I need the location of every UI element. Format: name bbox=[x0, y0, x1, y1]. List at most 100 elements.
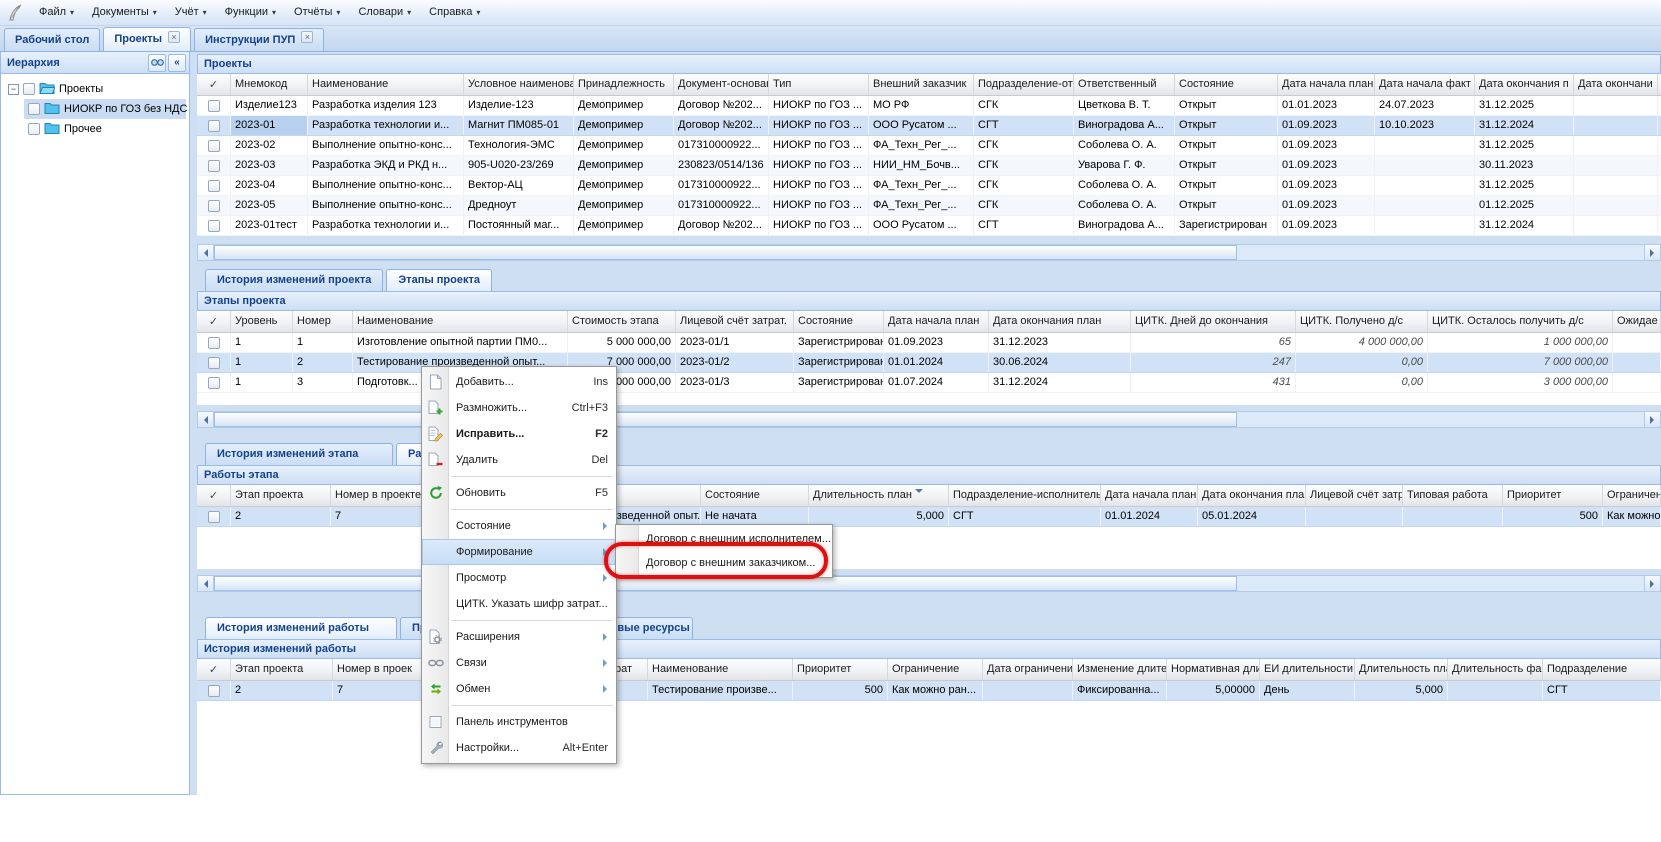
cell[interactable]: 4 000 000,00 bbox=[1296, 333, 1428, 352]
tree-node-projects[interactable]: − Проекты bbox=[4, 79, 186, 99]
cell[interactable]: СГТ bbox=[1543, 681, 1661, 700]
cell[interactable]: Выполнение опытно-конс... bbox=[308, 136, 464, 155]
cell[interactable] bbox=[1375, 216, 1475, 235]
row-checkbox[interactable] bbox=[208, 685, 220, 697]
cell[interactable]: Изделие123 bbox=[231, 96, 308, 115]
menu-item-view[interactable]: Просмотр bbox=[422, 565, 616, 591]
column-header[interactable]: ЦИТК. Получено д/с bbox=[1296, 311, 1428, 332]
cell[interactable]: НИИ_НМ_Бочв... bbox=[869, 156, 974, 175]
tab-pup-instructions[interactable]: Инструкции ПУП× bbox=[194, 28, 324, 51]
column-header[interactable]: Наименование bbox=[648, 659, 793, 680]
menu-item-toolbar-toggle[interactable]: Панель инструментов bbox=[422, 709, 616, 735]
cell[interactable] bbox=[1375, 156, 1475, 175]
menu-item-links[interactable]: Связи bbox=[422, 650, 616, 676]
table-row[interactable]: 11Изготовление опытной партии ПМ0...5 00… bbox=[197, 333, 1661, 353]
table-row[interactable]: 27Тестирование произве...500Как можно ра… bbox=[197, 681, 1661, 701]
tab-work_tabs-0[interactable]: История изменений этапа bbox=[205, 443, 393, 465]
cell[interactable]: 3 bbox=[293, 373, 353, 392]
cell[interactable] bbox=[1613, 373, 1661, 392]
cell[interactable] bbox=[1574, 196, 1658, 215]
column-header[interactable]: Документ-основан bbox=[674, 74, 769, 95]
cell[interactable]: 2 bbox=[293, 353, 353, 372]
tab-projects[interactable]: Проекты× bbox=[103, 27, 191, 51]
table-row[interactable]: 2023-02Выполнение опытно-конс...Технолог… bbox=[197, 136, 1661, 156]
cell[interactable] bbox=[1574, 176, 1658, 195]
tree-node-other[interactable]: Прочее bbox=[24, 119, 186, 139]
menu-item-refresh[interactable]: ОбновитьF5 bbox=[422, 480, 616, 506]
cell[interactable]: ООО Русатом ... bbox=[869, 116, 974, 135]
column-header[interactable]: Длительность план bbox=[809, 485, 949, 506]
cell[interactable]: Демопример bbox=[574, 216, 674, 235]
cell[interactable]: Открыт bbox=[1175, 176, 1278, 195]
cell[interactable]: 7 bbox=[333, 681, 428, 700]
menu-item-edit[interactable]: Исправить...F2 bbox=[422, 421, 616, 447]
cell[interactable]: 0,00 bbox=[1296, 373, 1428, 392]
menu-item-settings[interactable]: Настройки...Alt+Enter bbox=[422, 735, 616, 761]
cell[interactable]: Демопример bbox=[574, 156, 674, 175]
select-all-column-header[interactable]: ✓ bbox=[197, 311, 231, 332]
cell[interactable]: Цветкова В. Т. bbox=[1074, 96, 1175, 115]
cell[interactable] bbox=[1574, 96, 1658, 115]
cell[interactable]: НИОКР по ГОЗ ... bbox=[769, 156, 869, 175]
cell[interactable]: 2023-01тест bbox=[231, 216, 308, 235]
menu-item-state[interactable]: Состояние bbox=[422, 513, 616, 539]
tree-checkbox[interactable] bbox=[23, 83, 35, 95]
cell[interactable]: 01.09.2023 bbox=[1278, 136, 1375, 155]
cell[interactable]: Разработка технологии и... bbox=[308, 116, 464, 135]
cell[interactable]: 2023-02 bbox=[231, 136, 308, 155]
cell[interactable]: Вектор-АЦ bbox=[464, 176, 574, 195]
menu-item-extensions[interactable]: Расширения bbox=[422, 624, 616, 650]
column-header[interactable]: ЦИТК. Осталось получить д/с bbox=[1428, 311, 1613, 332]
tab-desktop[interactable]: Рабочий стол bbox=[4, 28, 100, 51]
column-header[interactable]: Номер в проекте bbox=[331, 485, 426, 506]
cell[interactable]: Договор №202... bbox=[674, 216, 769, 235]
cell[interactable]: 65 bbox=[1131, 333, 1296, 352]
row-checkbox[interactable] bbox=[208, 140, 220, 152]
cell[interactable]: 247 bbox=[1131, 353, 1296, 372]
table-row[interactable]: 2023-03Разработка ЭКД и РКД н...905-U020… bbox=[197, 156, 1661, 176]
column-header[interactable]: Изменение длител bbox=[1073, 659, 1167, 680]
cell[interactable]: НИОКР по ГОЗ ... bbox=[769, 176, 869, 195]
cell[interactable]: Виноградова А... bbox=[1074, 116, 1175, 135]
cell[interactable]: 5,00000 bbox=[1167, 681, 1260, 700]
column-header[interactable]: Уровень bbox=[231, 311, 293, 332]
cell[interactable]: 5 000 000,00 bbox=[568, 333, 676, 352]
cell[interactable]: 2023-01/1 bbox=[676, 333, 794, 352]
column-header[interactable]: Мнемокод bbox=[231, 74, 308, 95]
cell[interactable]: Как можно ран... bbox=[888, 681, 983, 700]
column-header[interactable]: ЕИ длительности bbox=[1260, 659, 1355, 680]
cell[interactable]: 017310000922... bbox=[674, 196, 769, 215]
cell[interactable]: 01.09.2023 bbox=[1278, 196, 1375, 215]
cell[interactable]: Соболева О. А. bbox=[1074, 176, 1175, 195]
cell[interactable] bbox=[1375, 136, 1475, 155]
scroll-left-icon[interactable] bbox=[198, 245, 214, 260]
row-checkbox[interactable] bbox=[208, 220, 220, 232]
tab-history_tabs-0[interactable]: История изменений работы bbox=[205, 617, 397, 639]
cell[interactable]: Открыт bbox=[1175, 196, 1278, 215]
table-row[interactable]: Изделие123Разработка изделия 123Изделие-… bbox=[197, 96, 1661, 116]
cell[interactable]: Разработка ЭКД и РКД н... bbox=[308, 156, 464, 175]
scrollbar-thumb[interactable] bbox=[214, 412, 1237, 427]
column-header[interactable]: Подразделение bbox=[1543, 659, 1661, 680]
cell[interactable] bbox=[1574, 156, 1658, 175]
cell[interactable] bbox=[1574, 136, 1658, 155]
scroll-left-icon[interactable] bbox=[198, 576, 214, 591]
cell[interactable]: 2023-01/3 bbox=[676, 373, 794, 392]
cell[interactable]: СГК bbox=[974, 196, 1074, 215]
menu-item-add[interactable]: Добавить...Ins bbox=[422, 369, 616, 395]
tab-stage_tabs-0[interactable]: История изменений проекта bbox=[205, 269, 383, 291]
cell[interactable]: 2023-01/2 bbox=[676, 353, 794, 372]
cell[interactable]: 05.01.2024 bbox=[1198, 507, 1306, 526]
row-checkbox[interactable] bbox=[208, 511, 220, 523]
cell[interactable]: Изготовление опытной партии ПМ0... bbox=[353, 333, 568, 352]
cell[interactable]: Выполнение опытно-конс... bbox=[308, 176, 464, 195]
menu-file[interactable]: Файл▾ bbox=[30, 3, 83, 22]
tree-node-niokr[interactable]: НИОКР по ГОЗ без НДС bbox=[24, 99, 186, 119]
cell[interactable]: МО РФ bbox=[869, 96, 974, 115]
column-header[interactable]: Этап проекта bbox=[231, 659, 333, 680]
row-checkbox[interactable] bbox=[208, 120, 220, 132]
cell[interactable]: 31.12.2024 bbox=[989, 373, 1131, 392]
cell[interactable] bbox=[1448, 681, 1543, 700]
cell[interactable]: Зарегистрирован bbox=[794, 333, 884, 352]
column-header[interactable]: Лицевой счёт затрат. bbox=[676, 311, 794, 332]
